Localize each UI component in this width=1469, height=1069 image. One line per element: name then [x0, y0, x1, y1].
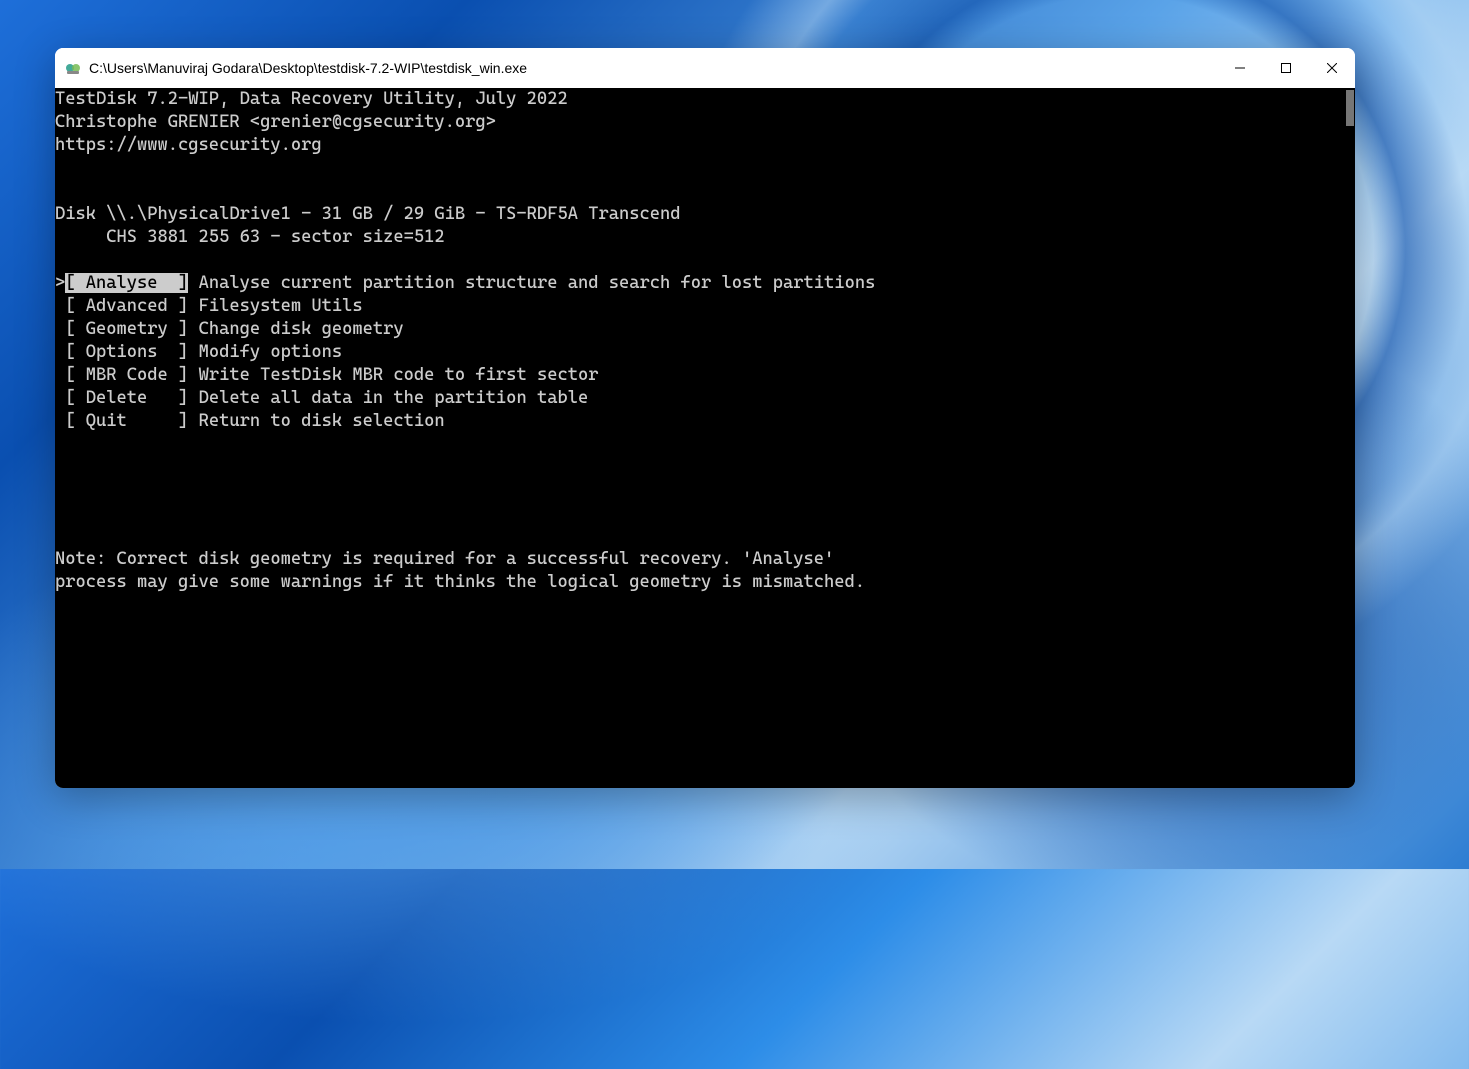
- menu-item-advanced[interactable]: [ Advanced ] Filesystem Utils: [55, 295, 1355, 318]
- menu-item-options[interactable]: [ Options ] Modify options: [55, 341, 1355, 364]
- menu-desc: Change disk geometry: [188, 319, 403, 339]
- maximize-button[interactable]: [1263, 48, 1309, 88]
- window-title: C:\Users\Manuviraj Godara\Desktop\testdi…: [89, 60, 1217, 76]
- app-icon: [65, 60, 81, 76]
- menu-desc: Modify options: [188, 342, 342, 362]
- menu-label: [ Analyse ]: [65, 273, 188, 293]
- scrollbar-thumb[interactable]: [1346, 90, 1354, 126]
- menu-label: [ Options ]: [55, 342, 188, 362]
- blank-line: [55, 525, 1355, 548]
- menu-item-quit[interactable]: [ Quit ] Return to disk selection: [55, 410, 1355, 433]
- console-output: TestDisk 7.2-WIP, Data Recovery Utility,…: [55, 88, 1355, 594]
- note-line: Note: Correct disk geometry is required …: [55, 548, 1355, 571]
- minimize-button[interactable]: [1217, 48, 1263, 88]
- note-line: process may give some warnings if it thi…: [55, 571, 1355, 594]
- disk-line: CHS 3881 255 63 - sector size=512: [55, 226, 1355, 249]
- blank-line: [55, 249, 1355, 272]
- menu-desc: Return to disk selection: [188, 411, 444, 431]
- menu-label: [ MBR Code ]: [55, 365, 188, 385]
- disk-line: Disk \\.\PhysicalDrive1 - 31 GB / 29 GiB…: [55, 203, 1355, 226]
- menu-label: [ Quit ]: [55, 411, 188, 431]
- header-line: TestDisk 7.2-WIP, Data Recovery Utility,…: [55, 88, 1355, 111]
- blank-line: [55, 157, 1355, 180]
- menu-label: [ Delete ]: [55, 388, 188, 408]
- blank-line: [55, 180, 1355, 203]
- menu-item-mbrcode[interactable]: [ MBR Code ] Write TestDisk MBR code to …: [55, 364, 1355, 387]
- blank-line: [55, 479, 1355, 502]
- blank-line: [55, 456, 1355, 479]
- menu-item-analyse[interactable]: >[ Analyse ] Analyse current partition s…: [55, 272, 1355, 295]
- menu-desc: Delete all data in the partition table: [188, 388, 588, 408]
- close-button[interactable]: [1309, 48, 1355, 88]
- blank-line: [55, 502, 1355, 525]
- header-line: https://www.cgsecurity.org: [55, 134, 1355, 157]
- menu-cursor: >: [55, 273, 65, 293]
- console-window: C:\Users\Manuviraj Godara\Desktop\testdi…: [55, 48, 1355, 788]
- menu-desc: Filesystem Utils: [188, 296, 362, 316]
- window-controls: [1217, 48, 1355, 88]
- blank-line: [55, 433, 1355, 456]
- menu-item-delete[interactable]: [ Delete ] Delete all data in the partit…: [55, 387, 1355, 410]
- menu-label: [ Advanced ]: [55, 296, 188, 316]
- window-titlebar[interactable]: C:\Users\Manuviraj Godara\Desktop\testdi…: [55, 48, 1355, 88]
- console-scrollbar[interactable]: [1341, 88, 1355, 788]
- menu-label: [ Geometry ]: [55, 319, 188, 339]
- header-line: Christophe GRENIER <grenier@cgsecurity.o…: [55, 111, 1355, 134]
- console-area[interactable]: TestDisk 7.2-WIP, Data Recovery Utility,…: [55, 88, 1355, 788]
- menu-desc: Write TestDisk MBR code to first sector: [188, 365, 598, 385]
- menu-desc: Analyse current partition structure and …: [188, 273, 875, 293]
- menu-item-geometry[interactable]: [ Geometry ] Change disk geometry: [55, 318, 1355, 341]
